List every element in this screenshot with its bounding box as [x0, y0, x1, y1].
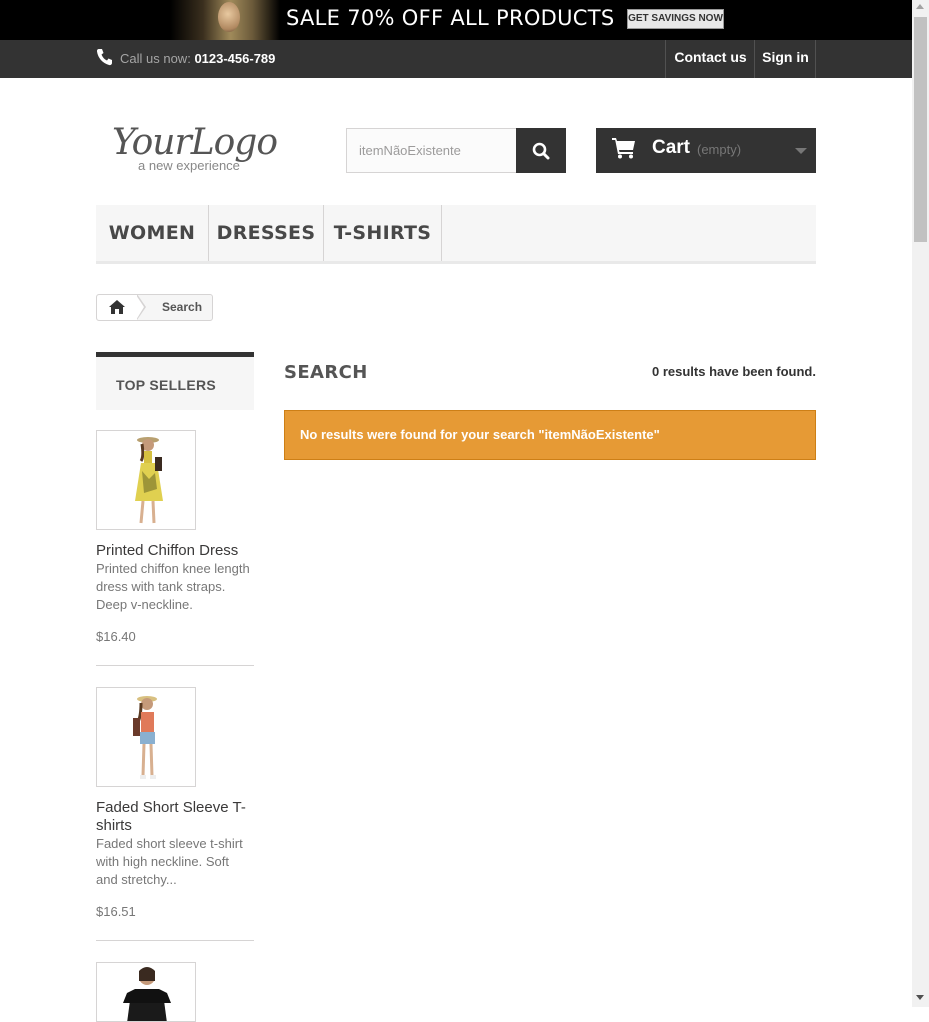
- product-image[interactable]: [96, 962, 196, 1022]
- main-menu: WOMEN DRESSES T-SHIRTS: [96, 205, 816, 264]
- tshirt-figure-image: [133, 696, 157, 779]
- top-nav-bar: Call us now: 0123-456-789 Contact us Sig…: [0, 40, 912, 78]
- product-name[interactable]: Printed Chiffon Dress: [96, 542, 254, 560]
- menu-item-t-shirts[interactable]: T-SHIRTS: [324, 205, 442, 261]
- phone-icon: [96, 49, 112, 66]
- top-seller-item: [96, 962, 254, 1022]
- top-sellers-title: TOP SELLERS: [116, 377, 217, 393]
- scroll-down-arrow-icon[interactable]: [916, 995, 924, 1000]
- blouse-figure-image: [123, 967, 171, 1021]
- get-savings-button[interactable]: GET SAVINGS NOW: [627, 9, 724, 29]
- shopping-cart-icon: [612, 138, 635, 159]
- cart-label: Cart: [652, 137, 691, 158]
- product-divider: [96, 940, 254, 941]
- promo-sale-text: SALE 70% OFF ALL PRODUCTS: [286, 6, 615, 30]
- product-image[interactable]: [96, 687, 196, 787]
- product-description: Printed chiffon knee length dress with t…: [96, 561, 250, 612]
- breadcrumb: Search: [96, 294, 213, 321]
- phone-number: 0123-456-789: [194, 51, 276, 66]
- banner-model-image: [170, 0, 280, 40]
- home-icon: [109, 300, 125, 314]
- dress-figure-image: [135, 437, 163, 524]
- nav-divider: [815, 40, 816, 78]
- alert-message: No results were found for your search "i…: [300, 427, 660, 442]
- product-price: $16.40: [96, 629, 136, 644]
- product-image[interactable]: [96, 430, 196, 530]
- page-scrollbar[interactable]: [912, 0, 929, 1007]
- cart-dropdown-caret-icon: [795, 148, 807, 154]
- scrollbar-thumb[interactable]: [914, 17, 927, 242]
- banner-model-face: [218, 2, 240, 32]
- call-us-text: Call us now: 0123-456-789: [120, 51, 275, 66]
- no-results-alert: No results were found for your search "i…: [284, 410, 816, 460]
- menu-item-women[interactable]: WOMEN: [96, 205, 209, 261]
- product-price: $16.51: [96, 904, 136, 919]
- cart-status: (empty): [697, 142, 742, 157]
- logo-tagline: a new experience: [138, 158, 240, 173]
- call-us-label: Call us now:: [120, 51, 191, 66]
- scroll-up-arrow-icon[interactable]: [916, 4, 924, 9]
- breadcrumb-separator-inner: [136, 295, 144, 320]
- cart-button[interactable]: Cart (empty): [596, 128, 816, 173]
- promo-banner[interactable]: SALE 70% OFF ALL PRODUCTS GET SAVINGS NO…: [0, 0, 912, 40]
- search-icon: [532, 142, 550, 160]
- top-seller-item: Printed Chiffon Dress Printed chiffon kn…: [96, 430, 254, 666]
- breadcrumb-current: Search: [162, 300, 203, 314]
- search-button[interactable]: [516, 128, 566, 173]
- top-sellers-heading[interactable]: TOP SELLERS: [96, 352, 254, 410]
- search-input[interactable]: [346, 128, 517, 173]
- results-count: 0 results have been found.: [652, 364, 816, 379]
- logo-text: YourLogo: [112, 122, 278, 163]
- menu-item-dresses[interactable]: DRESSES: [209, 205, 324, 261]
- top-seller-item: Faded Short Sleeve T-shirts Faded short …: [96, 687, 254, 941]
- site-logo[interactable]: YourLogo a new experience: [112, 122, 292, 176]
- product-description: Faded short sleeve t-shirt with high nec…: [96, 836, 243, 887]
- breadcrumb-home-link[interactable]: [97, 295, 137, 320]
- contact-us-link[interactable]: Contact us: [665, 40, 755, 78]
- page-title: SEARCH: [284, 362, 368, 383]
- product-name[interactable]: Faded Short Sleeve T-shirts: [96, 799, 254, 835]
- product-divider: [96, 665, 254, 666]
- sign-in-link[interactable]: Sign in: [754, 40, 816, 78]
